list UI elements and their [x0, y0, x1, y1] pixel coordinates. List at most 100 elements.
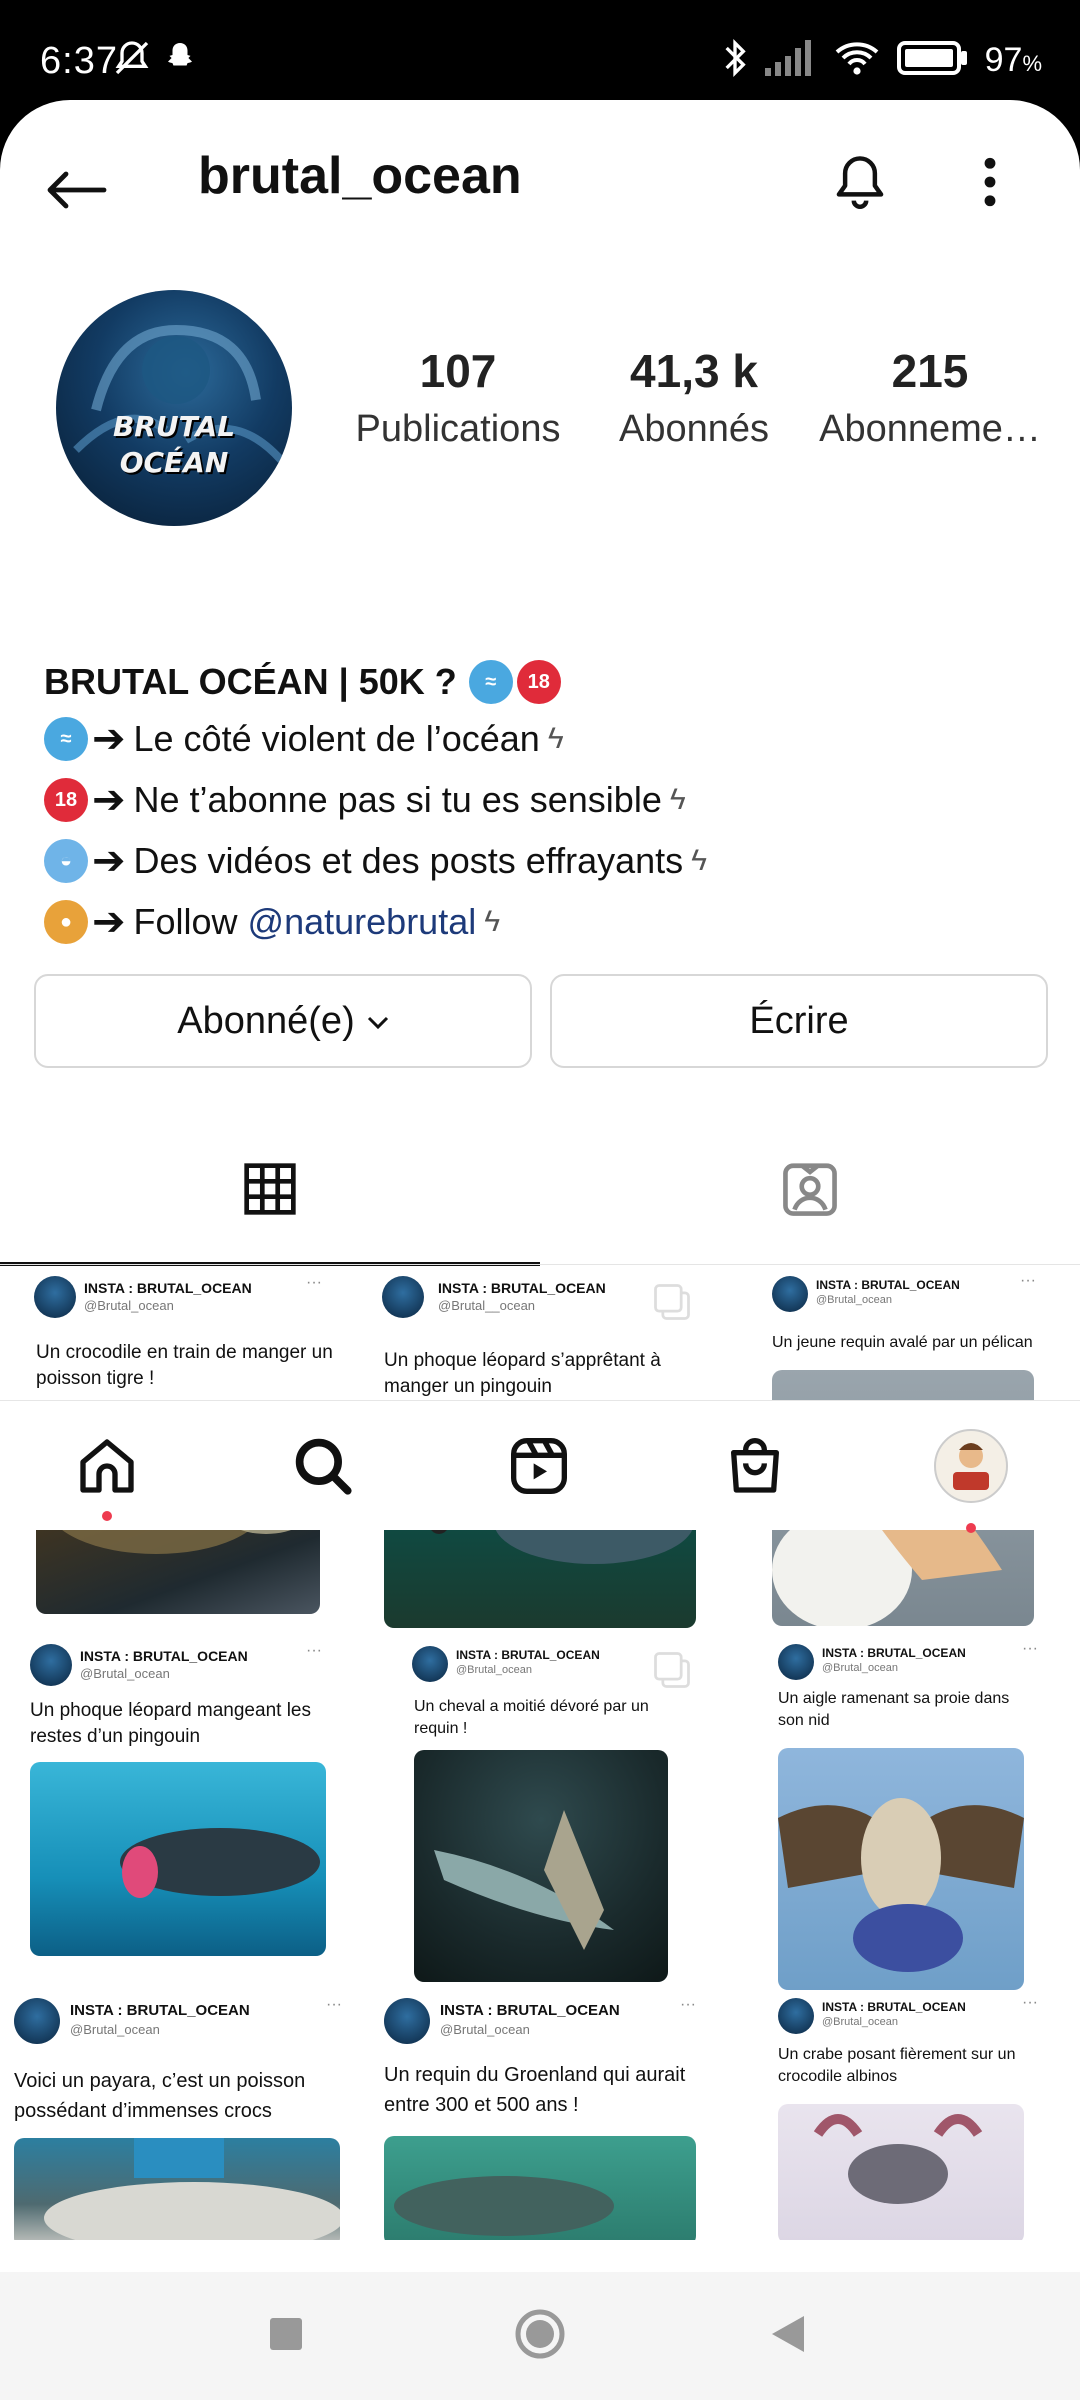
grid-icon — [242, 1161, 298, 1222]
post-caption: Un aigle ramenant sa proie dans son nid — [778, 1690, 1010, 1729]
square-icon — [268, 2318, 304, 2356]
nav-search[interactable] — [278, 1423, 368, 1513]
bio-line-2: 18 ➔ Ne t’abonne pas si tu es sensible ϟ — [44, 769, 1044, 830]
post-image — [778, 2104, 1024, 2240]
post-image — [384, 2136, 696, 2240]
tabs-divider — [0, 1264, 1080, 1265]
kebab-menu-icon — [983, 157, 997, 212]
post-handle: @Brutal_ocean — [822, 1662, 898, 1674]
arrow-right-icon: ➔ — [92, 716, 126, 761]
tab-posts-grid[interactable] — [0, 1116, 540, 1266]
more-icon: ··· — [1022, 1994, 1038, 2011]
following-button[interactable]: Abonné(e) — [34, 974, 532, 1068]
post-handle: @Brutal__ocean — [438, 1298, 536, 1313]
post-avatar — [778, 1644, 814, 1680]
more-icon: ··· — [1020, 1272, 1036, 1289]
grid-post[interactable]: INSTA : BRUTAL_OCEAN @Brutal_ocean ··· U… — [0, 1638, 358, 1992]
nav-reels[interactable] — [494, 1423, 584, 1513]
bio-title: BRUTAL OCÉAN | 50K ? ≈ 18 — [44, 656, 1044, 708]
back-system-button[interactable] — [770, 2314, 806, 2359]
nav-shop[interactable] — [710, 1423, 800, 1513]
arrow-right-icon: ➔ — [92, 899, 126, 944]
profile-username: brutal_ocean — [198, 147, 522, 205]
grid-post[interactable]: INSTA : BRUTAL_OCEAN @Brutal_ocean ··· U… — [722, 1638, 1080, 1992]
stat-followers[interactable]: 41,3 k Abonnés — [576, 344, 812, 451]
back-button[interactable] — [36, 152, 116, 232]
battery-icon — [896, 41, 969, 80]
profile-tabs — [0, 1116, 1080, 1266]
grid-post[interactable]: INSTA : BRUTAL_OCEAN @Brutal_ocean ··· U… — [360, 1994, 720, 2240]
stat-followers-label: Abonnés — [618, 408, 769, 450]
arrow-right-icon: ➔ — [92, 777, 126, 822]
shopping-bag-icon — [723, 1434, 787, 1503]
tagged-person-icon — [779, 1158, 841, 1225]
nav-profile[interactable] — [926, 1423, 1016, 1533]
profile-actions: Abonné(e) Écrire — [34, 974, 1048, 1068]
bottom-navigation — [0, 1400, 1080, 1533]
snapchat-icon — [162, 40, 198, 81]
reels-icon — [507, 1434, 571, 1503]
avatar-text-1: BRUTAL — [112, 410, 236, 443]
more-icon: ··· — [326, 1996, 342, 2013]
post-image — [14, 2138, 340, 2240]
multi-post-icon — [650, 1280, 694, 1324]
post-caption: Un phoque léopard s’apprêtant à manger u… — [384, 1350, 661, 1397]
more-options-button[interactable] — [960, 144, 1020, 224]
avatar-text-2: OCÉAN — [119, 446, 229, 479]
system-navigation-bar — [0, 2272, 1080, 2400]
post-caption: Un phoque léopard mangeant les restes d’… — [30, 1700, 311, 1747]
post-author: INSTA : BRUTAL_OCEAN — [822, 1646, 966, 1660]
lightning-icon: ϟ — [669, 782, 686, 816]
post-author: INSTA : BRUTAL_OCEAN — [438, 1280, 606, 1296]
profile-avatar[interactable]: BRUTAL OCÉAN — [56, 290, 292, 526]
circle-home-icon — [514, 2309, 566, 2364]
post-caption: Un crocodile en train de manger un poiss… — [36, 1342, 333, 1389]
post-author: INSTA : BRUTAL_OCEAN — [456, 1648, 600, 1662]
nav-home[interactable] — [62, 1423, 152, 1521]
post-handle: @Brutal_ocean — [80, 1666, 170, 1681]
profile-screen: brutal_ocean BRUTAL OCÉAN 107 Publicatio… — [0, 100, 1080, 2400]
post-caption: Un jeune requin avalé par un pélican — [772, 1334, 1033, 1351]
home-notification-dot — [102, 1511, 112, 1521]
arrow-right-icon: ➔ — [92, 838, 126, 883]
message-button[interactable]: Écrire — [550, 974, 1048, 1068]
post-author: INSTA : BRUTAL_OCEAN — [816, 1278, 960, 1292]
stat-following-label: Abonneme… — [819, 408, 1041, 450]
stat-posts[interactable]: 107 Publications — [340, 344, 576, 451]
post-image — [778, 1748, 1024, 1990]
status-bar: 6:37 97% — [0, 0, 1080, 104]
post-image — [30, 1762, 326, 1956]
post-handle: @Brutal_ocean — [816, 1294, 892, 1306]
signal-icon — [764, 40, 817, 81]
post-avatar — [30, 1644, 72, 1686]
more-icon: ··· — [306, 1274, 322, 1291]
grid-post[interactable]: INSTA : BRUTAL_OCEAN @Brutal_ocean ··· U… — [722, 1994, 1080, 2240]
profile-stats: 107 Publications 41,3 k Abonnés 215 Abon… — [340, 344, 1060, 451]
home-system-button[interactable] — [514, 2308, 566, 2365]
post-author: INSTA : BRUTAL_OCEAN — [822, 2000, 966, 2014]
stat-followers-count: 41,3 k — [630, 345, 758, 397]
bio-line-4: ● ➔ Follow @naturebrutal ϟ — [44, 891, 1044, 952]
search-icon — [290, 1433, 356, 1504]
bio-mention-link[interactable]: @naturebrutal — [248, 901, 477, 943]
recents-button[interactable] — [268, 2316, 304, 2357]
whale-emoji-icon: ◒ — [44, 838, 88, 883]
grid-post[interactable]: INSTA : BRUTAL_OCEAN @Brutal_ocean Un ch… — [360, 1638, 720, 1992]
post-caption: Un requin du Groenland qui aurait entre … — [384, 2064, 686, 2116]
battery-percent: 97% — [984, 41, 1042, 79]
stat-posts-label: Publications — [355, 408, 561, 450]
multi-post-icon — [650, 1648, 694, 1692]
home-icon — [75, 1434, 139, 1503]
tab-tagged[interactable] — [540, 1116, 1080, 1266]
triangle-back-icon — [770, 2316, 806, 2358]
post-author: INSTA : BRUTAL_OCEAN — [84, 1280, 252, 1296]
bio-line-1: ≈ ➔ Le côté violent de l’océan ϟ — [44, 708, 1044, 769]
grid-post[interactable]: INSTA : BRUTAL_OCEAN @Brutal_ocean ··· V… — [0, 1994, 358, 2240]
arrow-left-icon — [44, 170, 108, 215]
profile-bio: BRUTAL OCÉAN | 50K ? ≈ 18 ≈ ➔ Le côté vi… — [44, 656, 1044, 952]
stat-following[interactable]: 215 Abonneme… — [812, 344, 1048, 451]
stat-following-count: 215 — [891, 345, 969, 397]
stat-posts-count: 107 — [419, 345, 497, 397]
post-avatar — [382, 1276, 424, 1318]
notifications-button[interactable] — [820, 144, 900, 224]
